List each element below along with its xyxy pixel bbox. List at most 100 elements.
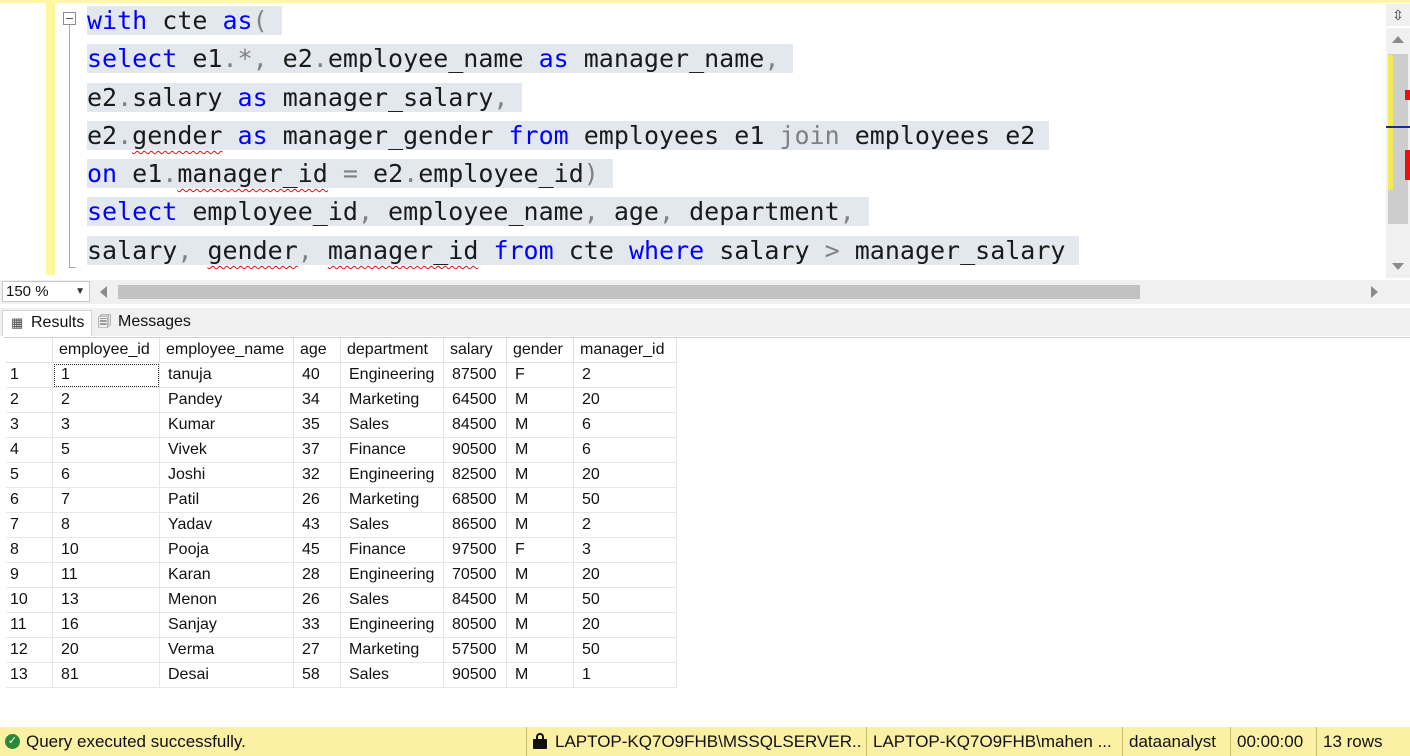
cell-gender[interactable]: M — [506, 387, 574, 413]
cell-manager-id[interactable]: 20 — [573, 562, 677, 588]
row-number[interactable]: 9 — [6, 562, 53, 588]
split-window-icon[interactable]: ⇳ — [1386, 4, 1410, 26]
scrollbar-thumb[interactable] — [118, 285, 1140, 299]
cell-gender[interactable]: M — [506, 487, 574, 513]
cell-salary[interactable]: 84500 — [443, 587, 507, 613]
cell-manager-id[interactable]: 20 — [573, 387, 677, 413]
cell-employee-id[interactable]: 81 — [52, 662, 160, 688]
sql-editor[interactable]: with cte as(select e1.*, e2.employee_nam… — [0, 0, 1410, 278]
code-line[interactable]: salary, gender, manager_id from cte wher… — [87, 232, 1080, 270]
cell-gender[interactable]: M — [506, 462, 574, 488]
cell-salary[interactable]: 97500 — [443, 537, 507, 563]
cell-manager-id[interactable]: 20 — [573, 612, 677, 638]
cell-department[interactable]: Sales — [340, 512, 444, 538]
cell-employee-name[interactable]: Joshi — [159, 462, 294, 488]
cell-age[interactable]: 37 — [293, 437, 341, 463]
cell-department[interactable]: Finance — [340, 537, 444, 563]
row-number[interactable]: 2 — [6, 387, 53, 413]
cell-department[interactable]: Finance — [340, 437, 444, 463]
code-line[interactable]: select e1.*, e2.employee_name as manager… — [87, 40, 1079, 78]
cell-gender[interactable]: M — [506, 587, 574, 613]
scroll-right-icon[interactable] — [1371, 286, 1378, 298]
cell-employee-name[interactable]: Pandey — [159, 387, 294, 413]
cell-salary[interactable]: 90500 — [443, 662, 507, 688]
cell-employee-id[interactable]: 6 — [52, 462, 160, 488]
cell-employee-id[interactable]: 16 — [52, 612, 160, 638]
column-header-manager-id[interactable]: manager_id — [573, 338, 677, 363]
cell-manager-id[interactable]: 1 — [573, 662, 677, 688]
cell-gender[interactable]: M — [506, 437, 574, 463]
cell-department[interactable]: Marketing — [340, 637, 444, 663]
cell-age[interactable]: 58 — [293, 662, 341, 688]
cell-manager-id[interactable]: 3 — [573, 537, 677, 563]
cell-department[interactable]: Sales — [340, 412, 444, 438]
cell-salary[interactable]: 87500 — [443, 362, 507, 388]
table-row[interactable]: 13 81 Desai 58 Sales 90500 M 1 — [6, 662, 677, 688]
cell-department[interactable]: Engineering — [340, 362, 444, 388]
cell-department[interactable]: Engineering — [340, 562, 444, 588]
tab-messages[interactable]: 🗐 Messages — [90, 310, 200, 336]
table-row[interactable]: 3 3 Kumar 35 Sales 84500 M 6 — [6, 412, 677, 438]
cell-manager-id[interactable]: 6 — [573, 412, 677, 438]
code-line[interactable]: e2.gender as manager_gender from employe… — [87, 117, 1079, 155]
cell-gender[interactable]: F — [506, 537, 574, 563]
row-number[interactable]: 8 — [6, 537, 53, 563]
code-area[interactable]: with cte as(select e1.*, e2.employee_nam… — [87, 2, 1080, 270]
collapse-icon[interactable] — [63, 12, 76, 25]
row-number[interactable]: 11 — [6, 612, 53, 638]
row-number[interactable]: 10 — [6, 587, 53, 613]
results-table[interactable]: employee_id employee_name age department sal… — [6, 338, 677, 688]
cell-age[interactable]: 28 — [293, 562, 341, 588]
cell-salary[interactable]: 84500 — [443, 412, 507, 438]
cell-salary[interactable]: 64500 — [443, 387, 507, 413]
cell-department[interactable]: Engineering — [340, 462, 444, 488]
table-row[interactable]: 4 5 Vivek 37 Finance 90500 M 6 — [6, 437, 677, 463]
cell-age[interactable]: 45 — [293, 537, 341, 563]
cell-age[interactable]: 34 — [293, 387, 341, 413]
cell-manager-id[interactable]: 50 — [573, 637, 677, 663]
cell-employee-id[interactable]: 3 — [52, 412, 160, 438]
cell-employee-name[interactable]: Pooja — [159, 537, 294, 563]
cell-gender[interactable]: M — [506, 662, 574, 688]
table-row[interactable]: 6 7 Patil 26 Marketing 68500 M 50 — [6, 487, 677, 513]
cell-employee-name[interactable]: Verma — [159, 637, 294, 663]
table-row[interactable]: 8 10 Pooja 45 Finance 97500 F 3 — [6, 537, 677, 563]
cell-employee-id[interactable]: 2 — [52, 387, 160, 413]
column-header-age[interactable]: age — [293, 338, 341, 363]
cell-age[interactable]: 33 — [293, 612, 341, 638]
scroll-left-icon[interactable] — [100, 286, 107, 298]
table-row[interactable]: 10 13 Menon 26 Sales 84500 M 50 — [6, 587, 677, 613]
cell-employee-id[interactable]: 1 — [52, 362, 160, 388]
column-header-salary[interactable]: salary — [443, 338, 507, 363]
table-row[interactable]: 9 11 Karan 28 Engineering 70500 M 20 — [6, 562, 677, 588]
tab-results[interactable]: ▦ Results — [2, 310, 92, 336]
cell-employee-name[interactable]: Karan — [159, 562, 294, 588]
row-number[interactable]: 6 — [6, 487, 53, 513]
column-header-department[interactable]: department — [340, 338, 444, 363]
cell-employee-id[interactable]: 8 — [52, 512, 160, 538]
row-number[interactable]: 7 — [6, 512, 53, 538]
scroll-down-icon[interactable] — [1392, 263, 1404, 270]
column-header-employee-name[interactable]: employee_name — [159, 338, 294, 363]
code-line[interactable]: on e1.manager_id = e2.employee_id) — [87, 155, 1079, 193]
cell-salary[interactable]: 86500 — [443, 512, 507, 538]
editor-horizontal-scrollbar[interactable] — [96, 280, 1386, 304]
table-row[interactable]: 2 2 Pandey 34 Marketing 64500 M 20 — [6, 387, 677, 413]
code-line[interactable]: select employee_id, employee_name, age, … — [87, 193, 1079, 231]
table-row[interactable]: 12 20 Verma 27 Marketing 57500 M 50 — [6, 637, 677, 663]
table-row[interactable]: 5 6 Joshi 32 Engineering 82500 M 20 — [6, 462, 677, 488]
cell-employee-id[interactable]: 13 — [52, 587, 160, 613]
results-grid[interactable]: employee_id employee_name age department sal… — [4, 337, 1410, 723]
cell-employee-id[interactable]: 20 — [52, 637, 160, 663]
row-number[interactable]: 3 — [6, 412, 53, 438]
cell-gender[interactable]: M — [506, 412, 574, 438]
cell-age[interactable]: 32 — [293, 462, 341, 488]
column-header-gender[interactable]: gender — [506, 338, 574, 363]
cell-manager-id[interactable]: 20 — [573, 462, 677, 488]
cell-employee-id[interactable]: 10 — [52, 537, 160, 563]
cell-employee-id[interactable]: 5 — [52, 437, 160, 463]
table-row[interactable]: 7 8 Yadav 43 Sales 86500 M 2 — [6, 512, 677, 538]
cell-department[interactable]: Marketing — [340, 487, 444, 513]
cell-gender[interactable]: F — [506, 362, 574, 388]
grid-corner[interactable] — [6, 338, 53, 363]
